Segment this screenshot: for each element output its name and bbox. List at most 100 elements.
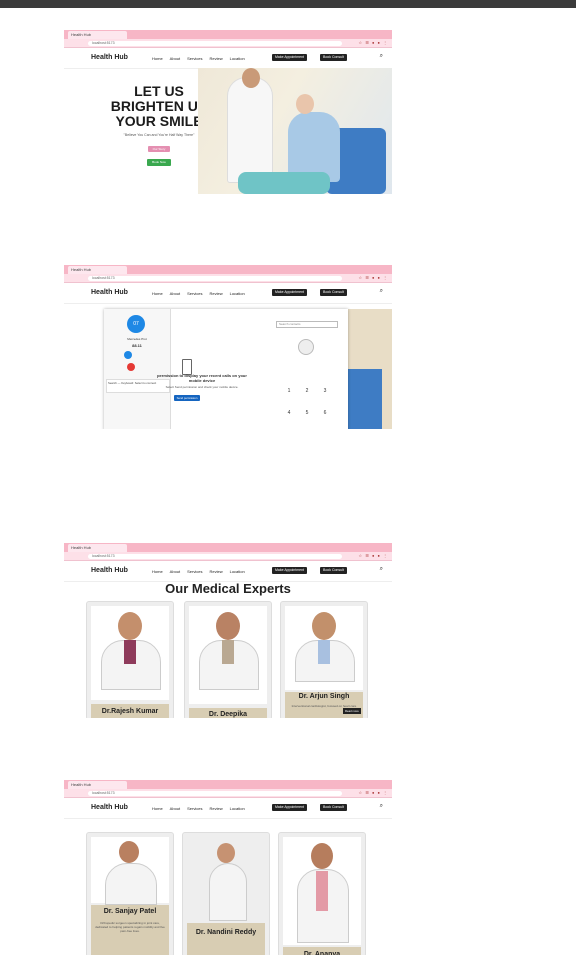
nav-link-about[interactable]: About <box>170 291 180 296</box>
search-icon[interactable]: ⌕ <box>380 53 383 60</box>
nav-link-review[interactable]: Review <box>209 56 222 61</box>
dial-key-6[interactable]: 6 <box>316 410 334 423</box>
doctor-card[interactable]: Dr. Ananya <box>278 832 366 955</box>
site-brand[interactable]: Health Hub <box>91 54 128 61</box>
search-icon[interactable]: ⌕ <box>380 803 383 810</box>
nav-link-review[interactable]: Review <box>209 806 222 811</box>
person-icon <box>298 339 314 355</box>
browser-tab-strip: Health Hub <box>64 265 392 274</box>
dial-key-4[interactable]: 4 <box>280 410 298 423</box>
doctor-card[interactable]: Dr. Sanjay Patel Orthopedic surgeon spec… <box>86 832 174 955</box>
make-appointment-button[interactable]: Make Appointment <box>272 567 307 574</box>
doctor-head <box>217 843 235 863</box>
doctor-card[interactable]: Dr. Deepika <box>184 601 272 718</box>
doctor-card[interactable]: Dr.Rajesh Kumar <box>86 601 174 718</box>
browser-address-bar: localhost:5173 ☆ ☰ ● ● ⋮ <box>64 552 392 561</box>
site-navbar: Health Hub Home About Services Review Locati… <box>64 798 392 819</box>
book-consult-button[interactable]: Book Consult <box>320 289 347 296</box>
nav-link-review[interactable]: Review <box>209 569 222 574</box>
doctor-head <box>312 612 336 640</box>
browser-toolbar-icons[interactable]: ☆ ☰ ● ● ⋮ <box>359 554 388 558</box>
browser-toolbar-icons[interactable]: ☆ ☰ ● ● ⋮ <box>359 791 388 795</box>
make-appointment-button[interactable]: Make Appointment <box>272 804 307 811</box>
dial-key-1[interactable]: 1 <box>280 388 298 401</box>
contact-name: Mercedes Prot <box>127 337 147 341</box>
make-appointment-button[interactable]: Make Appointment <box>272 54 307 61</box>
url-field[interactable]: localhost:5173 <box>88 275 342 281</box>
nav-link-home[interactable]: Home <box>152 56 163 61</box>
browser-toolbar-icons[interactable]: ☆ ☰ ● ● ⋮ <box>359 41 388 45</box>
nav-link-services[interactable]: Services <box>187 291 202 296</box>
browser-tab[interactable]: Health Hub <box>68 781 127 789</box>
doctor-head <box>216 612 240 640</box>
browser-toolbar-icons[interactable]: ☆ ☰ ● ● ⋮ <box>359 276 388 280</box>
nav-link-home[interactable]: Home <box>152 291 163 296</box>
browser-tab-strip: Health Hub <box>64 30 392 39</box>
contact-search-input[interactable]: Search contacts <box>276 321 338 328</box>
dial-key-3[interactable]: 3 <box>316 388 334 401</box>
dial-key-2[interactable]: 2 <box>298 388 316 401</box>
doctor-name: Dr. Arjun Singh <box>298 693 350 700</box>
site-navbar: Health Hub Home About Services Review Locati… <box>64 561 392 582</box>
book-now-button[interactable]: Book Now <box>147 159 171 166</box>
browser-address-bar: localhost:5173 ☆ ☰ ● ● ⋮ <box>64 789 392 798</box>
nav-link-location[interactable]: Location <box>230 56 245 61</box>
our-story-button[interactable]: Our Story <box>148 146 170 152</box>
browser-tab[interactable]: Health Hub <box>68 31 127 39</box>
doctor-head <box>242 68 260 88</box>
screenshot-experts-1: Health Hub localhost:5173 ☆ ☰ ● ● ⋮ Heal… <box>64 543 392 718</box>
doctor-card[interactable]: Dr. Nandini Reddy <box>182 832 270 955</box>
search-icon[interactable]: ⌕ <box>380 566 383 573</box>
doctor-card[interactable]: Dr. Arjun Singh Interventional cardiolog… <box>280 601 368 718</box>
browser-tab[interactable]: Health Hub <box>68 544 127 552</box>
doctor-figure <box>228 78 272 182</box>
site-brand[interactable]: Health Hub <box>91 804 128 811</box>
site-brand[interactable]: Health Hub <box>91 567 128 574</box>
nav-link-about[interactable]: About <box>170 569 180 574</box>
nav-link-home[interactable]: Home <box>152 806 163 811</box>
doctor-name: Dr. Nandini Reddy <box>187 923 265 955</box>
nav-link-services[interactable]: Services <box>187 56 202 61</box>
doctor-coat <box>105 863 157 905</box>
doctor-blurb: Orthopedic surgeon specializing in joint… <box>95 921 165 933</box>
hero-image-partial <box>348 309 392 429</box>
doctor-photo <box>283 837 361 945</box>
send-permission-button[interactable]: Send permission <box>174 395 200 401</box>
nav-link-services[interactable]: Services <box>187 806 202 811</box>
nav-link-services[interactable]: Services <box>187 569 202 574</box>
browser-tab[interactable]: Health Hub <box>68 266 127 274</box>
book-consult-button[interactable]: Book Consult <box>320 567 347 574</box>
url-field[interactable]: localhost:5173 <box>88 40 342 46</box>
nav-link-location[interactable]: Location <box>230 291 245 296</box>
site-brand[interactable]: Health Hub <box>91 289 128 296</box>
doctor-head <box>119 841 139 863</box>
nav-link-location[interactable]: Location <box>230 806 245 811</box>
doctor-head <box>311 843 333 869</box>
nav-link-about[interactable]: About <box>170 806 180 811</box>
nav-link-home[interactable]: Home <box>152 569 163 574</box>
browser-tab-strip: Health Hub <box>64 780 392 789</box>
doctor-photo <box>187 837 265 921</box>
nav-link-location[interactable]: Location <box>230 569 245 574</box>
phone-status-bar <box>0 0 576 8</box>
doctor-shirt <box>316 871 328 911</box>
url-field[interactable]: localhost:5173 <box>88 553 342 559</box>
book-consult-button[interactable]: Book Consult <box>320 804 347 811</box>
end-call-icon[interactable] <box>127 363 135 371</box>
read-more-tag[interactable]: Read more <box>343 708 361 714</box>
call-panel: 07 Mercedes Prot 88.11 Search — Keyboard… <box>104 309 171 429</box>
book-consult-button[interactable]: Book Consult <box>320 54 347 61</box>
make-appointment-button[interactable]: Make Appointment <box>272 289 307 296</box>
url-field[interactable]: localhost:5173 <box>88 790 342 796</box>
site-navbar: Health Hub Home About Services Review Locati… <box>64 283 392 304</box>
patient-head <box>296 94 314 114</box>
search-icon[interactable]: ⌕ <box>380 288 383 295</box>
doctor-nameplate: Dr. Sanjay Patel Orthopedic surgeon spec… <box>91 905 169 955</box>
contact-number: 88.11 <box>132 343 142 348</box>
hero-image <box>198 68 392 194</box>
keypad-icon[interactable] <box>124 351 132 359</box>
dial-key-5[interactable]: 5 <box>298 410 316 423</box>
nav-link-review[interactable]: Review <box>209 291 222 296</box>
nav-link-about[interactable]: About <box>170 56 180 61</box>
doctor-shirt <box>222 640 234 664</box>
